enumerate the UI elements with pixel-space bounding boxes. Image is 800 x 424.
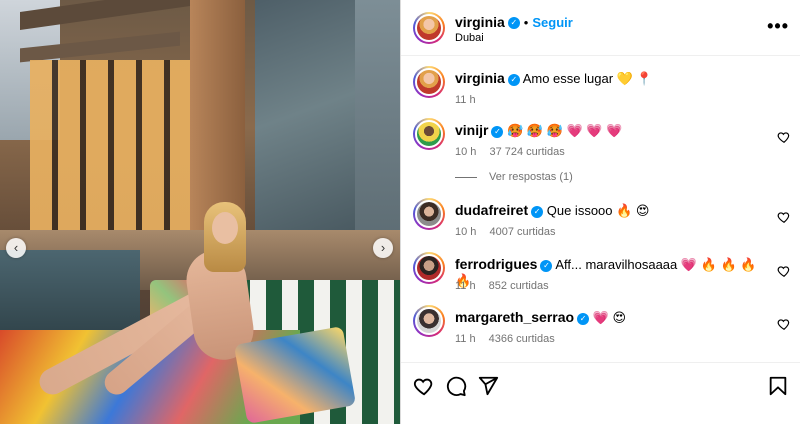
comment-username[interactable]: vinijr	[455, 122, 488, 138]
comment-icon[interactable]	[445, 375, 467, 397]
action-bar	[401, 362, 800, 424]
caption-time: 11 h	[455, 94, 476, 106]
post-header: virginia ✓ • Seguir Dubai •••	[401, 0, 800, 56]
post-side-panel: virginia ✓ • Seguir Dubai ••• virginia ✓ Amo…	[400, 0, 800, 424]
caption-text: Amo esse lugar 💛 📍	[522, 71, 653, 86]
comment-text: 🥵 🥵 🥵 💗 💗 💗	[507, 123, 623, 138]
comment-username[interactable]: ferrodrigues	[455, 256, 537, 272]
photo-windows	[30, 60, 200, 230]
view-replies-button[interactable]: Ver respostas (1)	[455, 171, 573, 183]
avatar[interactable]	[413, 118, 445, 150]
follow-button[interactable]: Seguir	[532, 15, 572, 30]
comment-likes[interactable]: 4366 curtidas	[489, 333, 555, 345]
verified-badge-icon: ✓	[507, 73, 520, 86]
avatar[interactable]	[413, 252, 445, 284]
chevron-right-icon[interactable]: ›	[373, 238, 393, 258]
heart-icon[interactable]	[777, 317, 791, 331]
comment-time: 11 h	[455, 333, 476, 345]
avatar[interactable]	[413, 198, 445, 230]
instagram-post: ‹ › virginia ✓ • Seguir Dubai ••• virginia ✓…	[0, 0, 800, 424]
author-username[interactable]: virginia	[455, 14, 505, 30]
caption-username[interactable]: virginia	[455, 70, 505, 86]
avatar[interactable]	[413, 305, 445, 337]
verified-badge-icon: ✓	[507, 16, 520, 29]
more-options-icon[interactable]: •••	[767, 16, 789, 37]
verified-badge-icon: ✓	[531, 205, 544, 218]
chevron-left-icon[interactable]: ‹	[6, 238, 26, 258]
post-photo[interactable]: ‹ ›	[0, 0, 400, 424]
heart-icon[interactable]	[777, 130, 791, 144]
comment-username[interactable]: dudafreiret	[455, 202, 528, 218]
location-link[interactable]: Dubai	[455, 32, 484, 44]
comment-username[interactable]: margareth_serrao	[455, 309, 574, 325]
comment-likes[interactable]: 37 724 curtidas	[489, 146, 564, 158]
comment-time: 10 h	[455, 146, 477, 158]
comment-text: Que issooo 🔥 😍	[546, 203, 650, 218]
comment-time: 11 h	[455, 280, 476, 292]
bookmark-icon[interactable]	[767, 375, 789, 397]
heart-icon[interactable]	[777, 264, 791, 278]
heart-icon[interactable]	[777, 210, 791, 224]
avatar[interactable]	[413, 66, 445, 98]
verified-badge-icon: ✓	[540, 259, 553, 272]
verified-badge-icon: ✓	[491, 125, 504, 138]
share-icon[interactable]	[477, 375, 499, 397]
comment-text: 💗 😍	[592, 310, 627, 325]
verified-badge-icon: ✓	[577, 312, 590, 325]
comment-likes[interactable]: 852 curtidas	[489, 280, 549, 292]
avatar[interactable]	[413, 12, 445, 44]
comment-time: 10 h	[455, 226, 477, 238]
heart-icon[interactable]	[413, 375, 435, 397]
comment-likes[interactable]: 4007 curtidas	[489, 226, 555, 238]
